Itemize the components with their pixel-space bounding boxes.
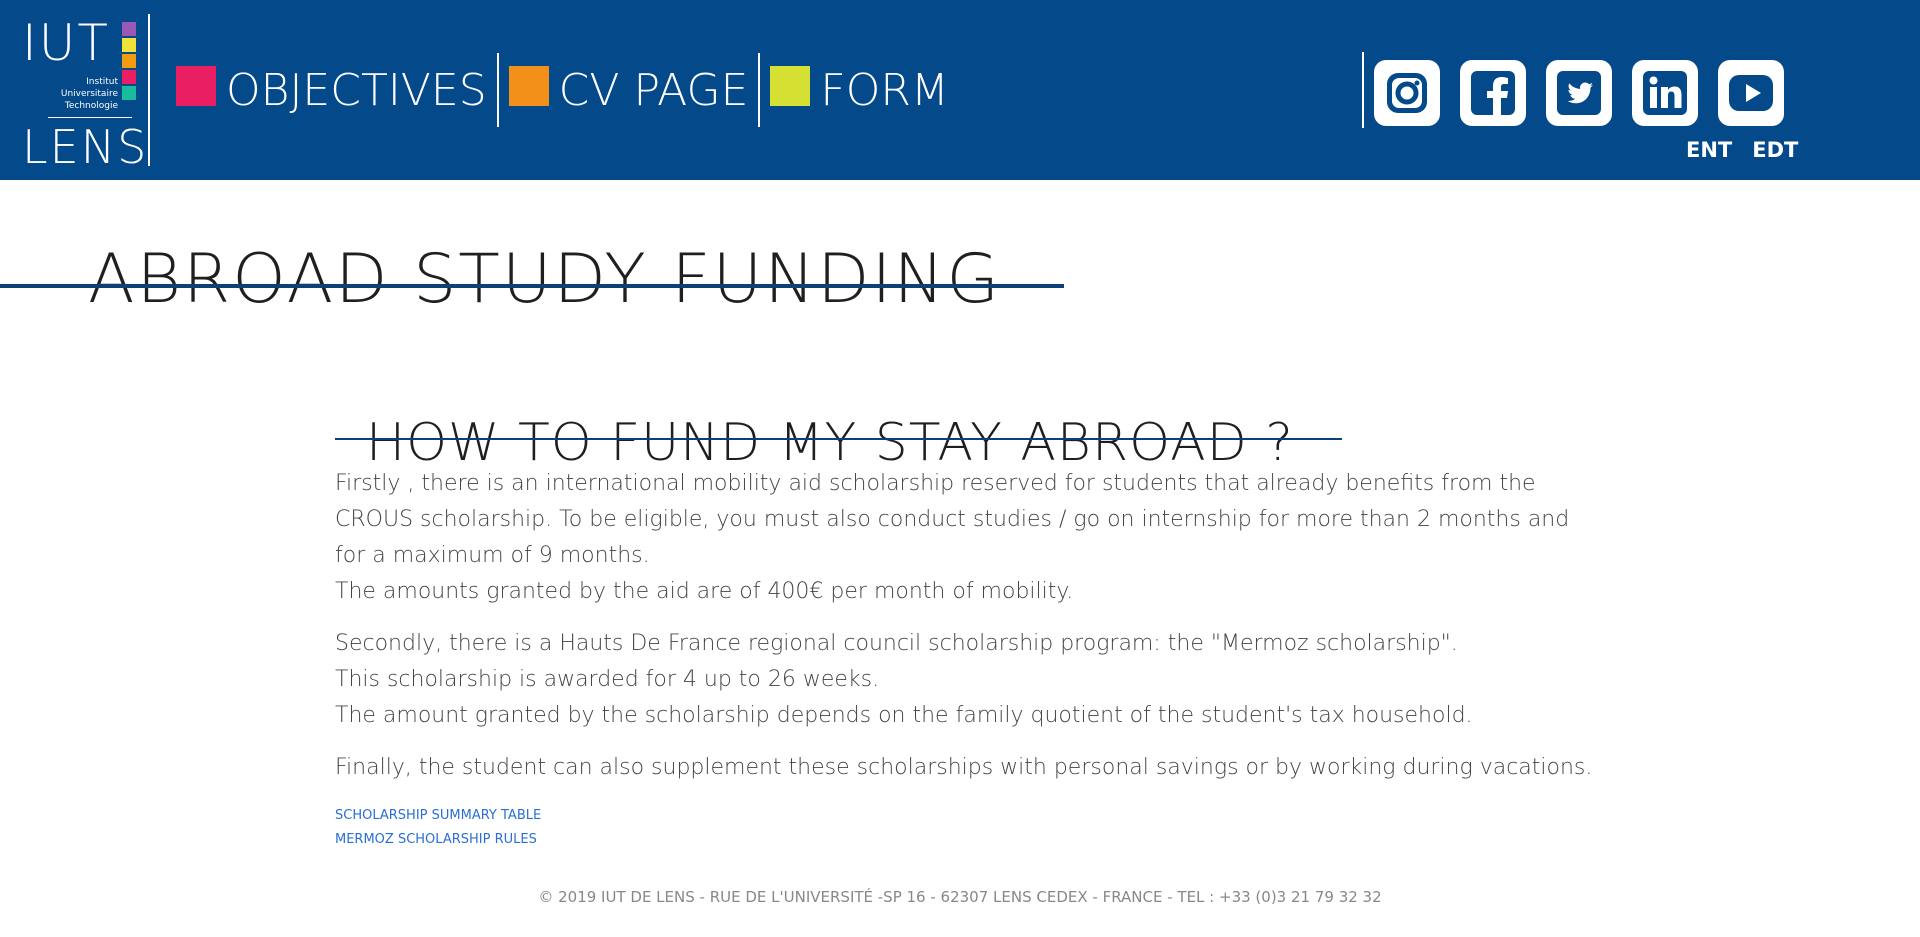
- document-links: SCHOLARSHIP SUMMARY TABLE MERMOZ SCHOLAR…: [335, 804, 541, 852]
- paragraph-line: The amount granted by the scholarship de…: [335, 703, 1473, 728]
- logo-iut-text: IUT: [22, 14, 110, 72]
- instagram-icon[interactable]: [1374, 60, 1440, 126]
- title-underline: [0, 284, 1064, 288]
- site-header: IUT Institut Universitaire Technologie L…: [0, 0, 1920, 180]
- ent-link[interactable]: ENT: [1686, 138, 1732, 162]
- logo-sub-line: Technologie: [64, 101, 118, 111]
- paragraph-savings: Finally, the student can also supplement…: [335, 750, 1605, 786]
- logo-color-squares: [122, 22, 136, 102]
- site-footer: © 2019 IUT DE LENS - RUE DE L'UNIVERSITÉ…: [538, 888, 1382, 906]
- nav-label: FORM: [820, 64, 949, 116]
- mermoz-rules-link[interactable]: MERMOZ SCHOLARSHIP RULES: [335, 828, 541, 852]
- portal-links: ENT EDT: [1686, 138, 1798, 162]
- twitter-icon[interactable]: [1546, 60, 1612, 126]
- nav-square-icon: [176, 66, 216, 106]
- article-body: Firstly , there is an international mobi…: [335, 466, 1605, 802]
- iut-lens-logo[interactable]: IUT Institut Universitaire Technologie L…: [22, 14, 146, 172]
- logo-square-4: [122, 70, 136, 84]
- page-title: ABROAD STUDY FUNDING: [88, 239, 1002, 319]
- nav-item-objectives[interactable]: OBJECTIVES: [176, 53, 487, 127]
- paragraph-line: Secondly, there is a Hauts De France reg…: [335, 631, 1458, 656]
- facebook-icon[interactable]: [1460, 60, 1526, 126]
- logo-sub-line: Institut: [86, 77, 118, 87]
- logo-square-3: [122, 54, 136, 68]
- logo-separator: [148, 14, 150, 166]
- edt-link[interactable]: EDT: [1752, 138, 1798, 162]
- social-separator: [1362, 52, 1364, 128]
- logo-square-2: [122, 38, 136, 52]
- nav-separator: [496, 53, 499, 127]
- paragraph-line: This scholarship is awarded for 4 up to …: [335, 667, 880, 692]
- paragraph-crous: Firstly , there is an international mobi…: [335, 466, 1605, 610]
- nav-square-icon: [508, 66, 549, 106]
- nav-label: OBJECTIVES: [226, 64, 487, 116]
- logo-sub-line: Universitaire: [60, 89, 118, 99]
- linkedin-icon[interactable]: [1632, 60, 1698, 126]
- paragraph-mermoz: Secondly, there is a Hauts De France reg…: [335, 626, 1605, 734]
- nav-square-icon: [770, 66, 811, 106]
- main-nav: OBJECTIVES CV PAGE FORM: [176, 50, 949, 130]
- nav-item-cv-page[interactable]: CV PAGE: [508, 53, 749, 127]
- section-heading: HOW TO FUND MY STAY ABROAD ?: [366, 413, 1294, 474]
- logo-square-1: [122, 22, 136, 36]
- section-underline: [335, 438, 1342, 440]
- paragraph-line: Finally, the student can also supplement…: [335, 755, 1593, 780]
- youtube-icon[interactable]: [1718, 60, 1784, 126]
- paragraph-line: The amounts granted by the aid are of 40…: [335, 579, 1074, 604]
- logo-square-5: [122, 86, 136, 100]
- paragraph-line: Firstly , there is an international mobi…: [335, 471, 1570, 568]
- scholarship-summary-link[interactable]: SCHOLARSHIP SUMMARY TABLE: [335, 804, 541, 828]
- nav-separator: [758, 53, 761, 127]
- social-links: [1374, 60, 1784, 126]
- logo-lens-text: LENS: [22, 120, 149, 174]
- nav-label: CV PAGE: [558, 64, 749, 116]
- logo-subtitle: Institut Universitaire Technologie: [61, 76, 118, 112]
- nav-item-form[interactable]: FORM: [770, 53, 949, 127]
- logo-divider: [48, 117, 132, 118]
